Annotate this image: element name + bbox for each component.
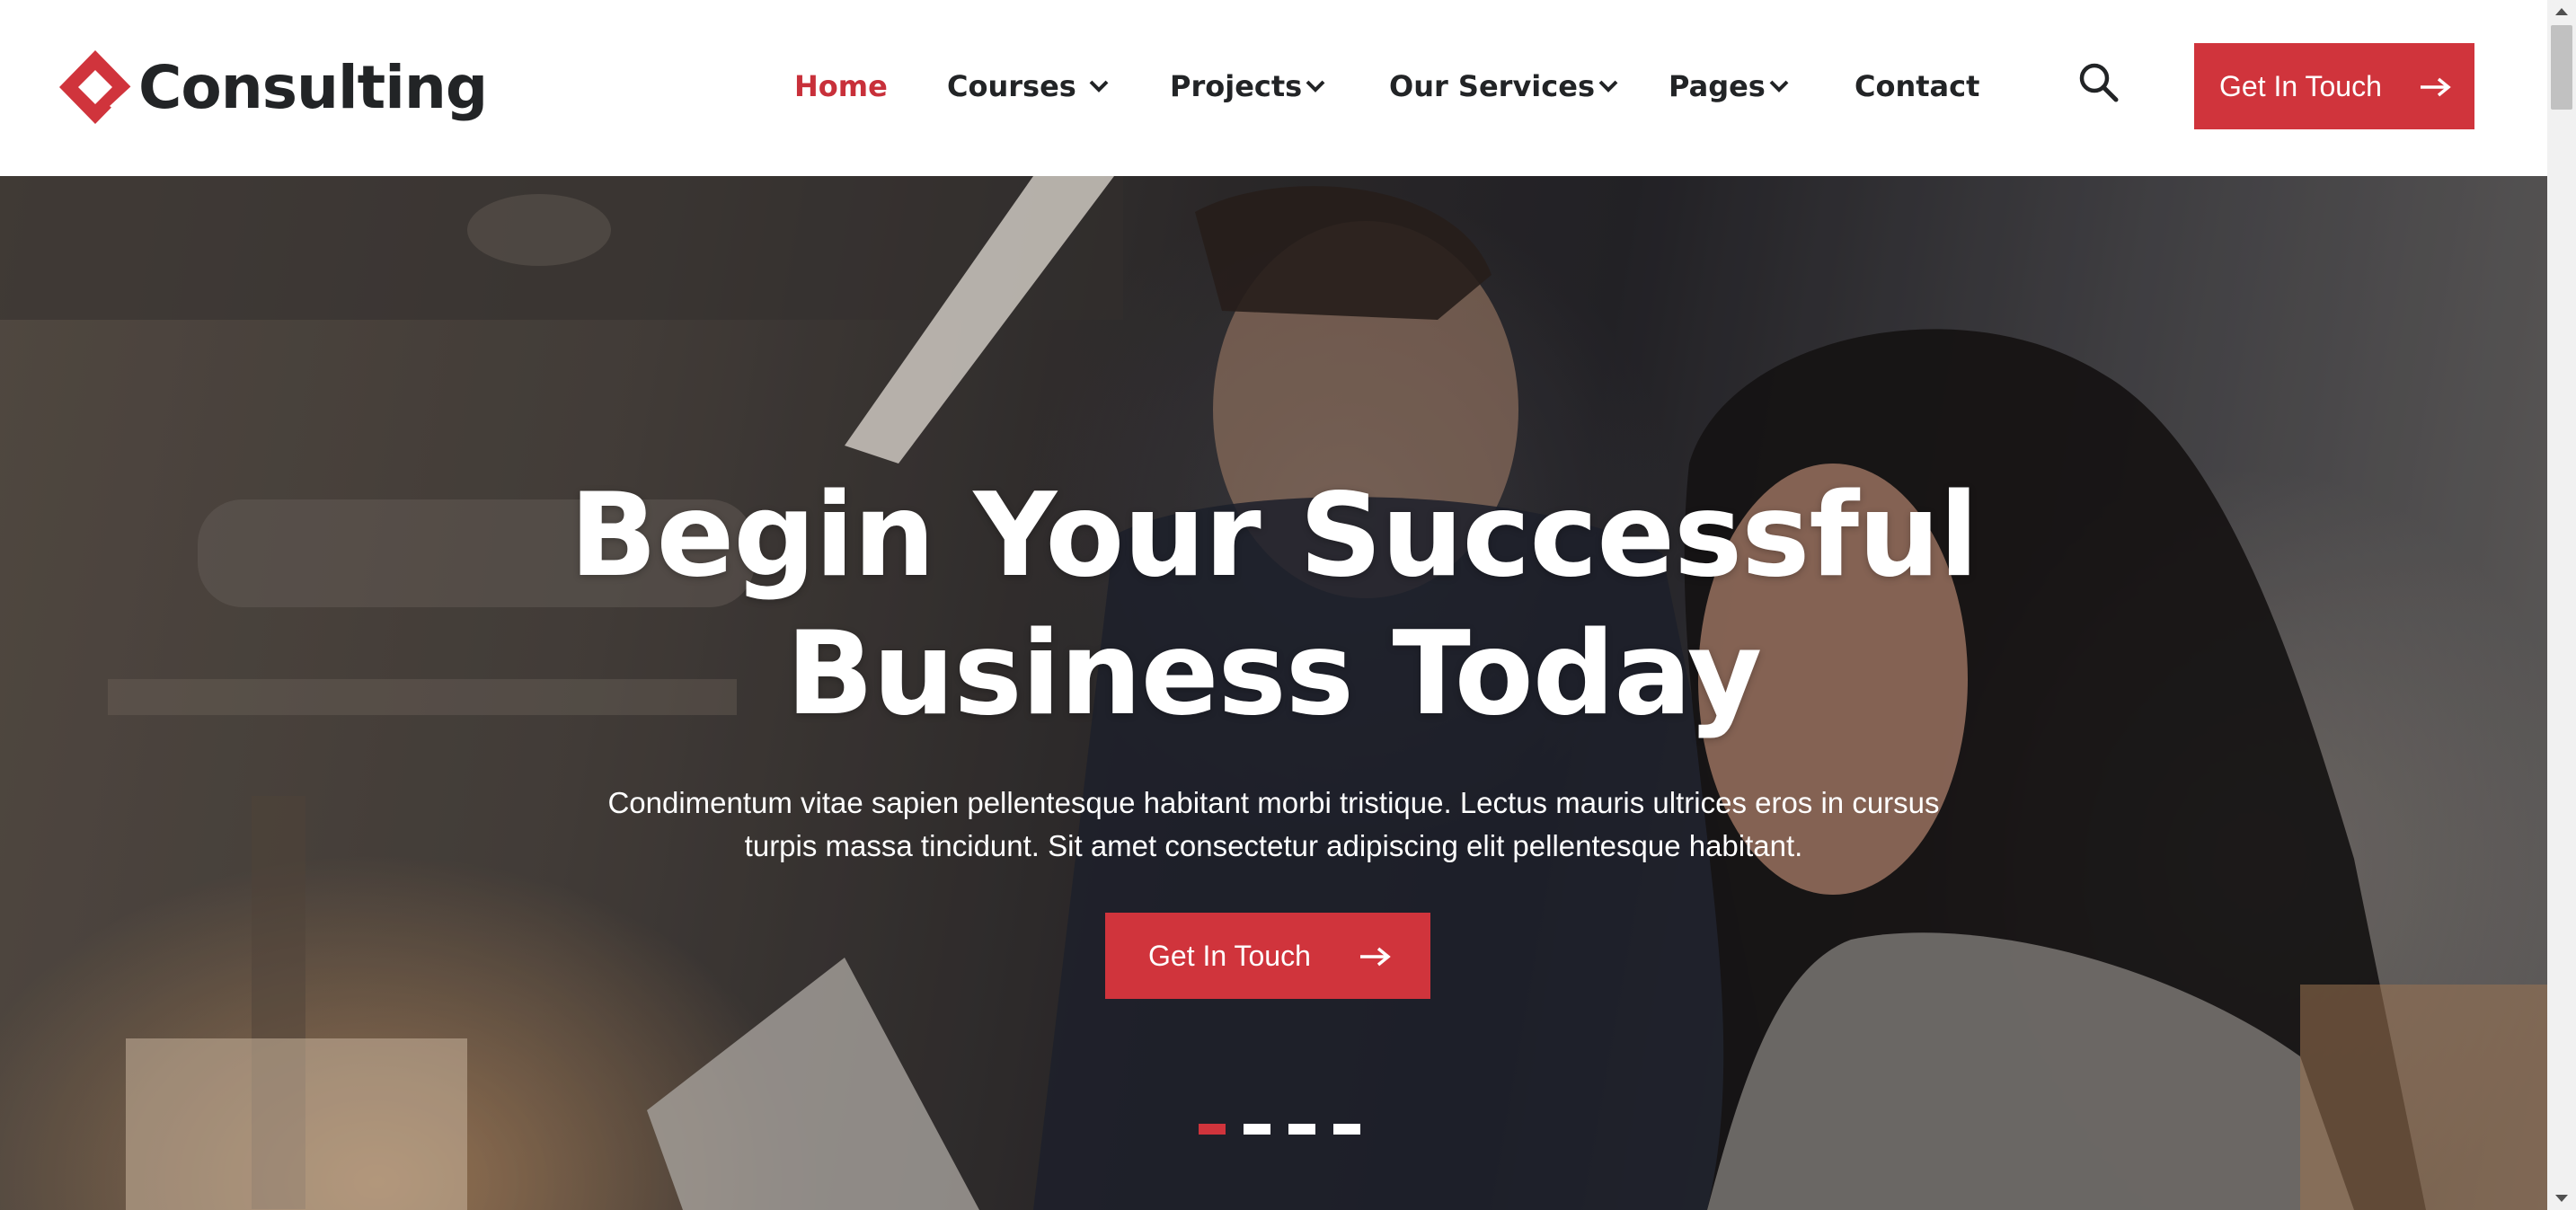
nav-home-label: Home — [794, 69, 888, 103]
chevron-down-icon — [1769, 80, 1789, 93]
brand-name: Consulting — [138, 52, 488, 122]
scroll-up-arrow-icon[interactable] — [2547, 0, 2576, 23]
scrollbar-thumb[interactable] — [2551, 25, 2572, 110]
hero-slider: Begin Your Successful Business Today Con… — [0, 176, 2547, 1210]
nav-pages[interactable]: Pages — [1669, 66, 1789, 106]
slider-dot-1[interactable] — [1199, 1124, 1226, 1135]
hero-title: Begin Your Successful Business Today — [0, 467, 2547, 744]
hero-cta-label: Get In Touch — [1148, 939, 1311, 972]
hero-title-line-1: Begin Your Successful — [569, 469, 1978, 603]
nav-our-services[interactable]: Our Services — [1389, 66, 1618, 106]
hero-get-in-touch-button[interactable]: Get In Touch — [1105, 913, 1430, 999]
hero-description-line-2: turpis massa tincidunt. Sit amet consect… — [744, 829, 1803, 862]
diamond-logo-icon — [59, 49, 133, 126]
nav-courses-label: Courses — [947, 69, 1076, 103]
chevron-down-icon — [1089, 80, 1109, 93]
slider-dot-4[interactable] — [1333, 1124, 1360, 1135]
slider-dot-2[interactable] — [1244, 1124, 1270, 1135]
arrow-right-icon — [2421, 77, 2451, 97]
nav-home[interactable]: Home — [794, 66, 888, 106]
header-get-in-touch-button[interactable]: Get In Touch — [2194, 43, 2474, 129]
scroll-down-arrow-icon[interactable] — [2547, 1187, 2576, 1210]
header-cta-label: Get In Touch — [2219, 69, 2382, 102]
logo[interactable]: Consulting — [58, 47, 488, 128]
search-icon — [2079, 63, 2119, 102]
nav-projects-label: Projects — [1170, 69, 1303, 103]
chevron-down-icon — [1598, 80, 1618, 93]
arrow-right-icon — [1360, 947, 1391, 967]
nav-pages-label: Pages — [1669, 69, 1766, 103]
hero-description: Condimentum vitae sapien pellentesque ha… — [503, 782, 2044, 868]
hero-description-line-1: Condimentum vitae sapien pellentesque ha… — [607, 786, 1940, 819]
nav-contact[interactable]: Contact — [1855, 66, 1979, 106]
slider-dot-3[interactable] — [1288, 1124, 1315, 1135]
search-button[interactable] — [2077, 61, 2120, 104]
slider-pagination — [1199, 1124, 1360, 1135]
nav-our-services-label: Our Services — [1389, 69, 1595, 103]
nav-projects[interactable]: Projects — [1170, 66, 1325, 106]
chevron-down-icon — [1306, 80, 1325, 93]
nav-contact-label: Contact — [1855, 69, 1980, 103]
nav-courses[interactable]: Courses — [947, 66, 1109, 106]
site-header: Consulting Home Courses Projects Our Ser… — [0, 0, 2547, 176]
hero-title-line-2: Business Today — [785, 607, 1762, 741]
vertical-scrollbar[interactable] — [2547, 0, 2576, 1210]
